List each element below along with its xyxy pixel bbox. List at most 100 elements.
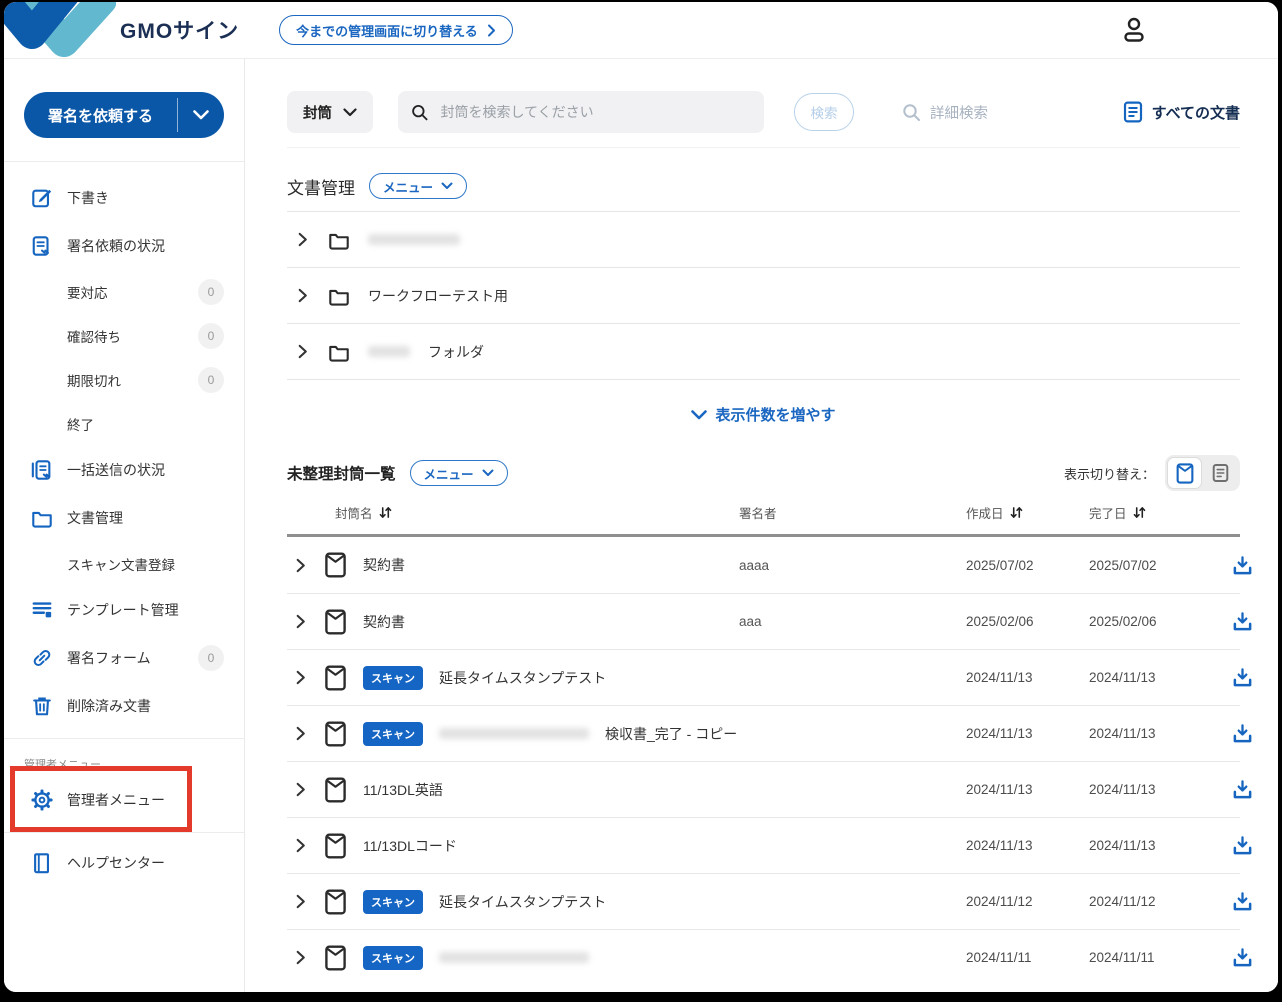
show-more-link[interactable]: 表示件数を増やす — [287, 404, 1240, 425]
chevron-down-icon — [193, 110, 209, 120]
sidebar-item-8[interactable]: スキャン文書登録 — [4, 542, 244, 586]
completed-date-cell: 2024/11/13 — [1089, 726, 1232, 741]
envelope-name: 契約書 — [363, 612, 405, 632]
column-header-name[interactable]: 封筒名 — [287, 503, 739, 522]
sidebar-item-1[interactable]: 署名依頼の状況 — [4, 222, 244, 270]
search-input[interactable] — [438, 103, 751, 121]
chevron-right-icon[interactable] — [293, 838, 308, 853]
download-icon[interactable] — [1232, 611, 1253, 632]
envelope-icon — [324, 609, 347, 635]
advanced-search-link[interactable]: 詳細検索 — [902, 102, 988, 123]
table-row[interactable]: 11/13DLコード2024/11/132024/11/13 — [287, 817, 1240, 873]
chevron-right-icon[interactable] — [293, 894, 308, 909]
created-date-cell: 2024/11/13 — [966, 670, 1089, 685]
chevron-down-icon — [691, 410, 707, 420]
gmo-logo-mark-icon — [2, 0, 116, 58]
download-icon[interactable] — [1232, 667, 1253, 688]
completed-date-cell: 2024/11/12 — [1089, 894, 1232, 909]
sidebar-item-label: 署名フォーム — [67, 648, 151, 668]
search-input-wrap[interactable] — [398, 91, 764, 133]
sort-icon[interactable] — [379, 506, 392, 519]
envelope-name-cell: スキャン延長タイムスタンプテスト — [287, 665, 739, 691]
sidebar-item-label: 下書き — [67, 188, 109, 208]
redacted-text — [439, 728, 589, 739]
download-icon[interactable] — [1232, 555, 1253, 576]
envelope-icon — [324, 889, 347, 915]
envelope-name-cell: 11/13DLコード — [287, 833, 739, 859]
request-signature-dropdown[interactable] — [178, 92, 224, 138]
search-type-select[interactable]: 封筒 — [287, 91, 373, 133]
created-date-cell: 2024/11/13 — [966, 782, 1089, 797]
sidebar-item-help-center[interactable]: ヘルプセンター — [4, 839, 244, 887]
link-icon — [31, 647, 53, 669]
sidebar-item-5[interactable]: 終了 — [4, 402, 244, 446]
sidebar-item-3[interactable]: 確認待ち0 — [4, 314, 244, 358]
request-signature-button[interactable]: 署名を依頼する — [24, 92, 224, 138]
chevron-right-icon[interactable] — [293, 558, 308, 573]
download-icon[interactable] — [1232, 891, 1253, 912]
user-account-icon[interactable] — [1120, 15, 1148, 45]
view-toggle-label: 表示切り替え： — [1064, 464, 1155, 483]
count-badge: 0 — [198, 279, 224, 305]
table-row[interactable]: 契約書aaa2025/02/062025/02/06 — [287, 593, 1240, 649]
chevron-down-icon — [343, 108, 357, 117]
switch-admin-view-button[interactable]: 今までの管理画面に切り替える — [279, 15, 513, 45]
chevron-right-icon[interactable] — [295, 344, 310, 359]
table-row[interactable]: スキャン検収書_完了 - コピー2024/11/132024/11/13 — [287, 705, 1240, 761]
sort-icon[interactable] — [1010, 506, 1023, 519]
sidebar-item-label: テンプレート管理 — [67, 600, 179, 620]
download-icon[interactable] — [1232, 723, 1253, 744]
document-view-button[interactable] — [1204, 458, 1237, 488]
table-row[interactable]: スキャン2024/11/112024/11/11 — [287, 929, 1240, 985]
folder-name: ワークフローテスト用 — [368, 286, 508, 306]
request-signature-label[interactable]: 署名を依頼する — [24, 92, 177, 138]
download-icon[interactable] — [1232, 835, 1253, 856]
envelope-name: 契約書 — [363, 555, 405, 575]
folder-row[interactable]: フォルダ — [287, 323, 1240, 379]
chevron-right-icon[interactable] — [295, 232, 310, 247]
table-row[interactable]: スキャン延長タイムスタンプテスト2024/11/122024/11/12 — [287, 873, 1240, 929]
sidebar-item-admin-menu[interactable]: 管理者メニュー — [4, 776, 244, 824]
chevron-right-icon[interactable] — [293, 614, 308, 629]
sidebar-item-11[interactable]: 削除済み文書 — [4, 682, 244, 730]
sidebar-item-label: 確認待ち — [67, 326, 121, 346]
created-date-cell: 2024/11/11 — [966, 950, 1089, 965]
folder-list: ワークフローテスト用フォルダ — [287, 211, 1240, 380]
folder-row[interactable]: ワークフローテスト用 — [287, 267, 1240, 323]
envelope-name: 延長タイムスタンプテスト — [439, 668, 606, 688]
app-logo: GMOサイン — [120, 15, 239, 45]
sidebar-item-4[interactable]: 期限切れ0 — [4, 358, 244, 402]
table-header: 封筒名 署名者 作成日 完了日 — [287, 491, 1240, 537]
download-icon[interactable] — [1232, 779, 1253, 800]
sidebar-item-2[interactable]: 要対応0 — [4, 270, 244, 314]
sidebar-nav: 下書き署名依頼の状況要対応0確認待ち0期限切れ0終了一括送信の状況文書管理スキャ… — [4, 162, 244, 730]
chevron-right-icon[interactable] — [295, 288, 310, 303]
sidebar-item-10[interactable]: 署名フォーム0 — [4, 634, 244, 682]
folder-row[interactable] — [287, 211, 1240, 267]
chevron-right-icon[interactable] — [293, 726, 308, 741]
main-content: 封筒 検索 詳細検索 すべての文書 文書管理 メニュー — [245, 59, 1278, 992]
envelope-menu-button[interactable]: メニュー — [410, 460, 508, 486]
folder-icon — [328, 229, 350, 251]
created-date-cell: 2024/11/13 — [966, 838, 1089, 853]
sidebar-item-7[interactable]: 文書管理 — [4, 494, 244, 542]
column-header-completed[interactable]: 完了日 — [1089, 503, 1232, 522]
search-button[interactable]: 検索 — [794, 93, 854, 131]
download-icon[interactable] — [1232, 947, 1253, 968]
sidebar-item-9[interactable]: テンプレート管理 — [4, 586, 244, 634]
sort-icon[interactable] — [1133, 506, 1146, 519]
chevron-right-icon[interactable] — [293, 782, 308, 797]
chevron-right-icon[interactable] — [293, 670, 308, 685]
sidebar-item-6[interactable]: 一括送信の状況 — [4, 446, 244, 494]
all-documents-link[interactable]: すべての文書 — [1123, 101, 1240, 123]
sidebar-item-0[interactable]: 下書き — [4, 174, 244, 222]
table-row[interactable]: スキャン延長タイムスタンプテスト2024/11/132024/11/13 — [287, 649, 1240, 705]
table-row[interactable]: 11/13DL英語2024/11/132024/11/13 — [287, 761, 1240, 817]
sidebar-item-label: 削除済み文書 — [67, 696, 151, 716]
sidebar-item-label: 署名依頼の状況 — [67, 236, 165, 256]
column-header-created[interactable]: 作成日 — [966, 503, 1089, 522]
envelope-view-button[interactable] — [1168, 458, 1201, 488]
document-menu-button[interactable]: メニュー — [369, 173, 467, 199]
table-row[interactable]: 契約書aaaa2025/07/022025/07/02 — [287, 537, 1240, 593]
chevron-right-icon[interactable] — [293, 950, 308, 965]
